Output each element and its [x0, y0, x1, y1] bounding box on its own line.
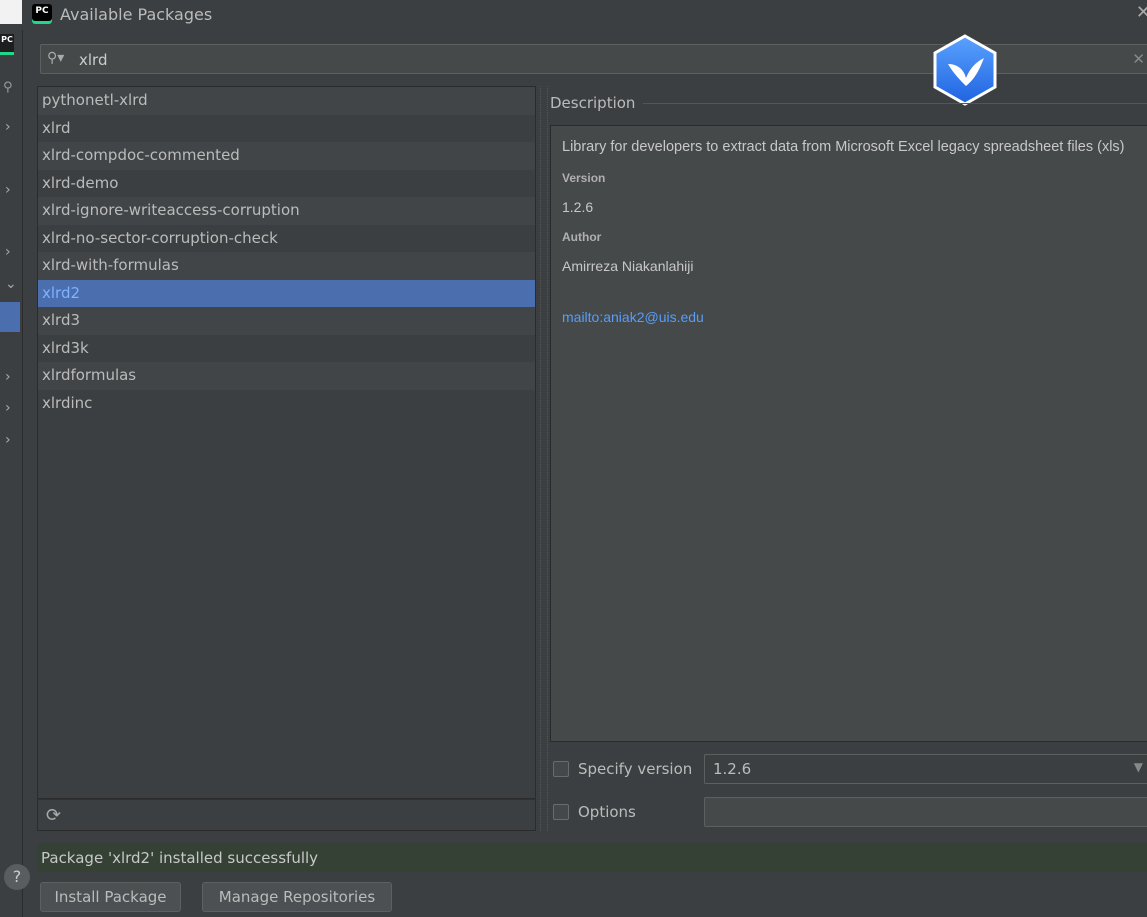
strip-top — [0, 0, 22, 24]
package-list-item[interactable]: xlrd — [38, 115, 535, 143]
chevron-right-icon[interactable]: › — [5, 432, 11, 448]
package-list-item[interactable]: xlrdinc — [38, 390, 535, 418]
description-header: Description — [550, 94, 636, 112]
version-label: Version — [562, 171, 606, 185]
package-list-item[interactable]: xlrd-ignore-writeaccess-corruption — [38, 197, 535, 225]
package-list-item[interactable]: xlrd-no-sector-corruption-check — [38, 225, 535, 253]
package-list-item[interactable]: xlrd3k — [38, 335, 535, 363]
chevron-right-icon[interactable]: › — [5, 400, 11, 416]
status-message: Package 'xlrd2' installed successfully — [41, 849, 319, 867]
chevron-down-icon[interactable]: ⌄ — [5, 276, 17, 292]
description-panel: Library for developers to extract data f… — [550, 125, 1147, 742]
version-select[interactable]: 1.2.6 ▼ — [704, 754, 1147, 784]
author-value: Amirreza Niakanlahiji — [562, 258, 694, 274]
options-input[interactable] — [704, 797, 1147, 827]
pycharm-logo-icon: PC — [32, 4, 52, 24]
background-ide-strip: PC ⚲ › › › ⌄ › › › ? — [0, 0, 30, 917]
strip-search-icon[interactable]: ⚲ — [3, 80, 13, 95]
help-icon[interactable]: ? — [4, 864, 30, 890]
package-list-item[interactable]: xlrd-demo — [38, 170, 535, 198]
refresh-icon[interactable]: ⟳ — [46, 805, 61, 826]
author-label: Author — [562, 230, 602, 244]
package-list-item[interactable]: xlrd3 — [38, 307, 535, 335]
author-email-link[interactable]: mailto:aniak2@uis.edu — [562, 309, 704, 325]
install-package-button[interactable]: Install Package — [40, 882, 181, 912]
chevron-right-icon[interactable]: › — [5, 369, 11, 385]
package-list-item[interactable]: xlrdformulas — [38, 362, 535, 390]
manage-repositories-button[interactable]: Manage Repositories — [202, 882, 392, 912]
package-list-footer: ⟳ — [37, 799, 536, 831]
strip-selected-item[interactable] — [0, 302, 20, 332]
version-value: 1.2.6 — [562, 199, 594, 215]
pycharm-mini-icon: PC — [0, 34, 14, 55]
description-divider — [643, 103, 1147, 104]
specify-version-label[interactable]: Specify version — [578, 760, 692, 778]
chevron-down-icon[interactable]: ▼ — [1134, 760, 1143, 774]
clear-search-icon[interactable]: ✕ — [1132, 50, 1145, 68]
bird-logo-icon[interactable] — [932, 34, 998, 106]
package-list-item[interactable]: pythonetl-xlrd — [38, 87, 535, 115]
package-list[interactable]: pythonetl-xlrd xlrd xlrd-compdoc-commented… — [37, 86, 536, 799]
close-icon[interactable]: ✕ — [1136, 2, 1147, 23]
chevron-right-icon[interactable]: › — [5, 119, 11, 135]
options-checkbox[interactable] — [553, 804, 569, 820]
panel-splitter[interactable] — [540, 86, 548, 831]
version-select-value: 1.2.6 — [713, 760, 752, 778]
options-label[interactable]: Options — [578, 803, 636, 821]
search-icon[interactable]: ⚲▾ — [47, 50, 64, 66]
specify-version-checkbox[interactable] — [553, 761, 569, 777]
chevron-right-icon[interactable]: › — [5, 244, 11, 260]
chevron-right-icon[interactable]: › — [5, 182, 11, 198]
status-bar: Package 'xlrd2' installed successfully — [37, 843, 1147, 872]
title-bar: PC Available Packages ✕ — [22, 0, 1147, 30]
package-list-item[interactable]: xlrd2 — [38, 279, 535, 307]
window-title: Available Packages — [60, 5, 213, 24]
package-list-item[interactable]: xlrd-compdoc-commented — [38, 142, 535, 170]
package-list-item[interactable]: xlrd-with-formulas — [38, 252, 535, 280]
package-description: Library for developers to extract data f… — [562, 139, 1125, 155]
